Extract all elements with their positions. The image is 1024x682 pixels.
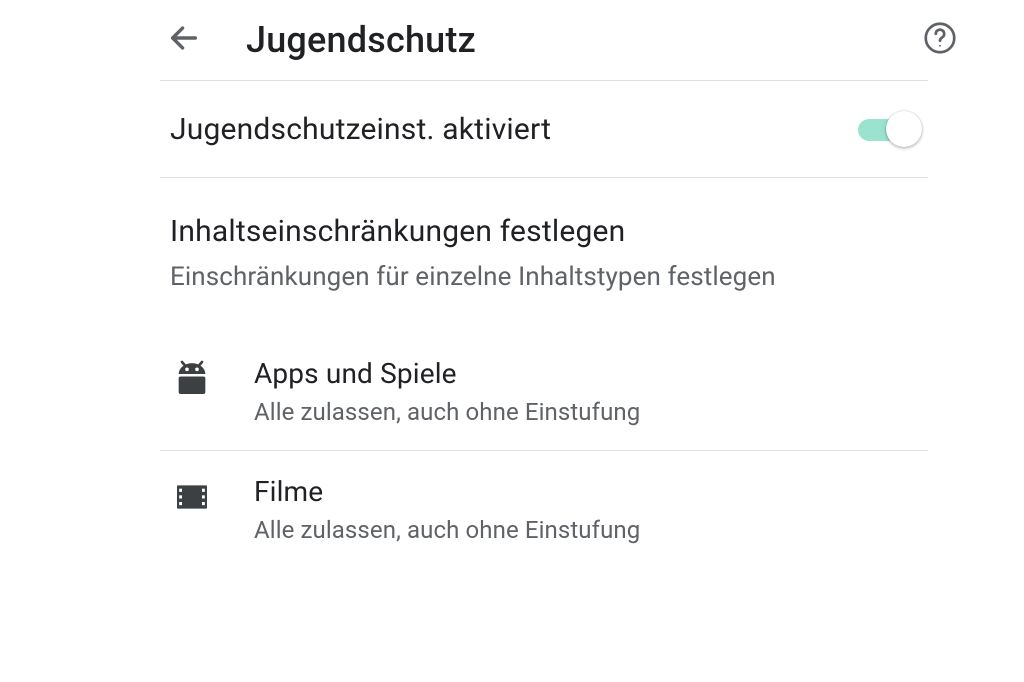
content-restrictions-header: Inhaltseinschränkungen festlegen Einschr…	[0, 178, 1024, 297]
item-text: Apps und Spiele Alle zulassen, auch ohne…	[254, 357, 640, 426]
back-button[interactable]	[160, 16, 208, 64]
app-bar: Jugendschutz	[0, 0, 1024, 80]
page-title: Jugendschutz	[246, 19, 476, 61]
help-icon	[922, 20, 958, 60]
arrow-left-icon	[167, 21, 201, 59]
item-subtitle: Alle zulassen, auch ohne Einstufung	[254, 398, 640, 426]
section-title: Inhaltseinschränkungen festlegen	[170, 214, 924, 249]
switch-knob	[886, 111, 922, 147]
list-item-movies[interactable]: Filme Alle zulassen, auch ohne Einstufun…	[0, 451, 1024, 568]
toggle-label: Jugendschutzeinst. aktiviert	[170, 112, 551, 147]
parental-controls-toggle-row[interactable]: Jugendschutzeinst. aktiviert	[0, 81, 1024, 177]
item-subtitle: Alle zulassen, auch ohne Einstufung	[254, 516, 640, 544]
item-title: Filme	[254, 475, 640, 508]
android-icon	[170, 359, 214, 399]
film-icon	[170, 477, 214, 517]
list-item-apps-games[interactable]: Apps und Spiele Alle zulassen, auch ohne…	[0, 333, 1024, 450]
section-subtitle: Einschränkungen für einzelne Inhaltstype…	[170, 259, 924, 295]
item-title: Apps und Spiele	[254, 357, 640, 390]
help-button[interactable]	[916, 16, 964, 64]
parental-controls-switch[interactable]	[858, 111, 924, 147]
item-text: Filme Alle zulassen, auch ohne Einstufun…	[254, 475, 640, 544]
